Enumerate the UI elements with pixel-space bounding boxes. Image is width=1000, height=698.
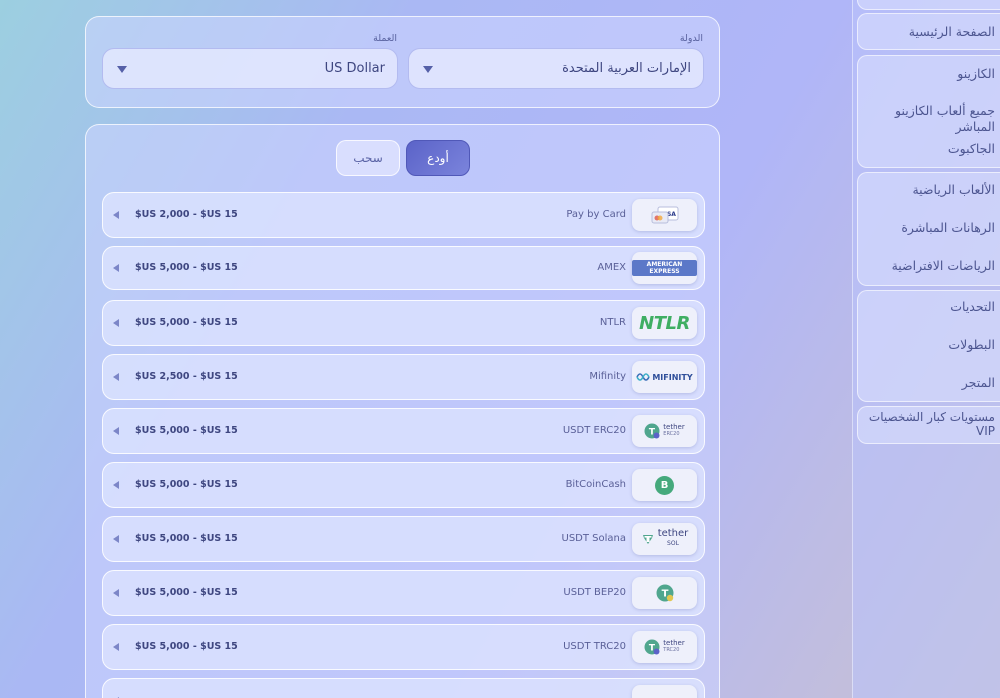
method-range: $US 2,000 - $US 15 — [135, 209, 238, 220]
sidebar-item-live-casino[interactable]: جميع ألعاب الكازينو المباشر — [866, 103, 995, 135]
tether-bep20-icon: T — [632, 577, 697, 609]
currency-label: العملة — [373, 33, 397, 44]
method-range: $US 5,000 - $US 15 — [135, 317, 238, 328]
mifinity-icon: MIFINITY — [632, 361, 697, 393]
caret-left-icon — [113, 373, 119, 381]
payment-method-row[interactable]: T USDT BEP20 $US 5,000 - $US 15 — [102, 570, 705, 616]
tether-label: tether — [657, 528, 689, 539]
sidebar-item-home[interactable]: الصفحة الرئيسية — [866, 24, 995, 40]
method-name: BitCoinCash — [565, 479, 626, 490]
sidebar-group-home: الصفحة الرئيسية — [857, 13, 1000, 50]
chevron-down-icon — [117, 66, 127, 73]
method-name: USDT ERC20 — [562, 425, 626, 436]
method-name: AMEX — [597, 262, 626, 273]
method-name: USDT BEP20 — [563, 587, 626, 598]
payment-method-row[interactable]: NTLR NTLR $US 5,000 - $US 15 — [102, 300, 705, 346]
caret-left-icon — [113, 211, 119, 219]
method-range: $US 5,000 - $US 15 — [135, 262, 238, 273]
payment-method-row[interactable]: tether SOL USDT Solana $US 5,000 - $US 1… — [102, 516, 705, 562]
method-range: $US 5,000 - $US 15 — [135, 641, 238, 652]
payment-method-row[interactable] — [102, 678, 705, 698]
sidebar-item-tournaments[interactable]: البطولات — [866, 337, 995, 353]
method-range: $US 5,000 - $US 15 — [135, 479, 238, 490]
tether-label: tether — [663, 639, 685, 647]
sidebar-group-vip: مستويات كبار الشخصيات VIP — [857, 406, 1000, 444]
amex-logo-text: AMERICAN EXPRESS — [632, 260, 697, 276]
sidebar-group-sports: الألعاب الرياضية الرهانات المباشرة الريا… — [857, 172, 1000, 286]
payment-method-row[interactable]: T tether TRC20 USDT TRC20 $US 5,000 - $U… — [102, 624, 705, 670]
currency-select[interactable]: US Dollar — [102, 48, 398, 89]
sidebar-item-sports[interactable]: الألعاب الرياضية — [866, 182, 995, 198]
payment-method-row[interactable]: T tether ERC20 USDT ERC20 $US 5,000 - $U… — [102, 408, 705, 454]
payment-method-row[interactable]: VISA Pay by Card $US 2,000 - $US 15 — [102, 192, 705, 238]
country-label: الدولة — [679, 33, 703, 44]
method-range: $US 5,000 - $US 15 — [135, 425, 238, 436]
tab-withdraw[interactable]: سحب — [336, 140, 400, 176]
tether-label: tether — [663, 423, 685, 431]
tether-network-label: SOL — [667, 540, 679, 547]
method-range: $US 5,000 - $US 15 — [135, 533, 238, 544]
tether-trc20-icon: T tether TRC20 — [632, 631, 697, 663]
method-range: $US 2,500 - $US 15 — [135, 371, 238, 382]
tether-network-label: TRC20 — [663, 647, 680, 653]
caret-left-icon — [113, 643, 119, 651]
chevron-down-icon — [423, 66, 433, 73]
tab-deposit[interactable]: أودع — [406, 140, 470, 176]
payment-method-row[interactable]: MIFINITY Mifinity $US 2,500 - $US 15 — [102, 354, 705, 400]
ntlr-icon: NTLR — [632, 307, 697, 339]
method-name: Pay by Card — [566, 209, 626, 220]
bitcoincash-icon: B — [632, 469, 697, 501]
sidebar-item-jackpot[interactable]: الجاكبوت — [866, 141, 995, 157]
payment-method-row[interactable]: AMERICAN EXPRESS AMEX $US 5,000 - $US 15 — [102, 246, 705, 290]
payment-method-row[interactable]: B BitCoinCash $US 5,000 - $US 15 — [102, 462, 705, 508]
sidebar-item-virtual-sports[interactable]: الرياضات الافتراضية — [866, 258, 995, 274]
sidebar-item-challenges[interactable]: التحديات — [866, 299, 995, 315]
caret-left-icon — [113, 535, 119, 543]
caret-left-icon — [113, 264, 119, 272]
currency-value: US Dollar — [324, 61, 385, 76]
sidebar-item-live-bets[interactable]: الرهانات المباشرة — [866, 220, 995, 236]
payment-logo-icon — [632, 685, 697, 698]
sidebar-group-top — [857, 0, 1000, 10]
sidebar-group-extras: التحديات البطولات المتجر — [857, 290, 1000, 402]
sidebar-item-vip[interactable]: مستويات كبار الشخصيات VIP — [866, 410, 995, 438]
sidebar-item-casino[interactable]: الكازينو — [866, 66, 995, 82]
caret-left-icon — [113, 589, 119, 597]
tether-erc20-icon: T tether ERC20 — [632, 415, 697, 447]
country-value: الإمارات العربية المتحدة — [562, 61, 691, 76]
filters-card: الدولة العملة الإمارات العربية المتحدة U… — [85, 16, 720, 108]
tether-network-label: ERC20 — [663, 431, 680, 437]
visa-card-icon: VISA — [632, 199, 697, 231]
amex-icon: AMERICAN EXPRESS — [632, 252, 697, 284]
sidebar-item-shop[interactable]: المتجر — [866, 375, 995, 391]
tether-sol-icon: tether SOL — [632, 523, 697, 555]
country-select[interactable]: الإمارات العربية المتحدة — [408, 48, 704, 89]
method-name: USDT Solana — [561, 533, 627, 544]
method-range: $US 5,000 - $US 15 — [135, 587, 238, 598]
caret-left-icon — [113, 319, 119, 327]
method-name: NTLR — [599, 317, 626, 328]
ntlr-logo-text: NTLR — [639, 312, 690, 334]
method-name: USDT TRC20 — [563, 641, 626, 652]
sidebar: الصفحة الرئيسية الكازينو جميع ألعاب الكا… — [852, 0, 1000, 698]
mifinity-logo-text: MIFINITY — [652, 372, 693, 382]
caret-left-icon — [113, 427, 119, 435]
caret-left-icon — [113, 481, 119, 489]
method-name: Mifinity — [589, 371, 626, 382]
bch-logo-text: B — [655, 475, 674, 495]
sidebar-group-casino: الكازينو جميع ألعاب الكازينو المباشر الج… — [857, 55, 1000, 168]
payment-methods-card: سحب أودع VISA Pay by Card $US 2,000 - $U… — [85, 124, 720, 698]
